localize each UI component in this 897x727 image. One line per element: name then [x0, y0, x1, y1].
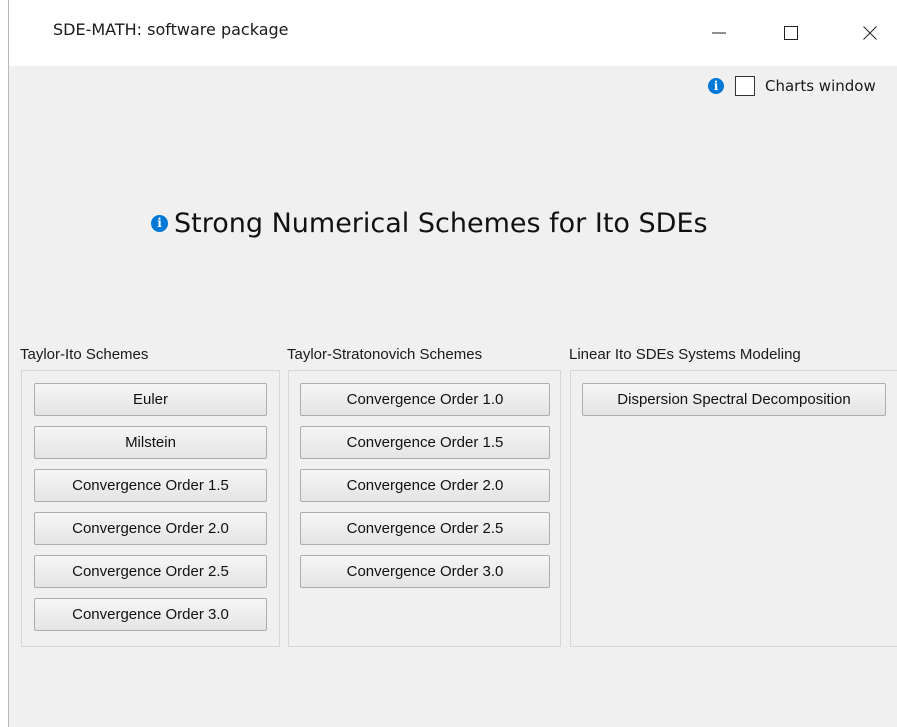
ito-order-2-0-button[interactable]: Convergence Order 2.0: [34, 512, 267, 545]
strat-order-2-5-button[interactable]: Convergence Order 2.5: [300, 512, 550, 545]
strat-order-1-0-button[interactable]: Convergence Order 1.0: [300, 383, 550, 416]
charts-window-toggle: i Charts window: [708, 76, 876, 96]
maximize-icon: [784, 26, 798, 40]
strat-order-2-0-button[interactable]: Convergence Order 2.0: [300, 469, 550, 502]
strat-order-3-0-button[interactable]: Convergence Order 3.0: [300, 555, 550, 588]
ito-order-1-5-button[interactable]: Convergence Order 1.5: [34, 469, 267, 502]
page-heading: i Strong Numerical Schemes for Ito SDEs: [151, 208, 708, 239]
page-title: Strong Numerical Schemes for Ito SDEs: [174, 208, 708, 239]
close-icon: [863, 26, 877, 40]
heading-info-icon[interactable]: i: [151, 215, 168, 232]
group-label-taylor-ito: Taylor-Ito Schemes: [20, 346, 149, 363]
close-button[interactable]: [842, 0, 897, 66]
euler-button[interactable]: Euler: [34, 383, 267, 416]
strat-order-1-5-button[interactable]: Convergence Order 1.5: [300, 426, 550, 459]
milstein-button[interactable]: Milstein: [34, 426, 267, 459]
ito-order-2-5-button[interactable]: Convergence Order 2.5: [34, 555, 267, 588]
charts-window-label[interactable]: Charts window: [765, 77, 876, 95]
maximize-button[interactable]: [763, 0, 819, 66]
group-taylor-ito: Euler Milstein Convergence Order 1.5 Con…: [21, 370, 280, 647]
title-bar[interactable]: SDE-MATH: software package: [9, 0, 897, 66]
app-window: SDE-MATH: software package i Charts wind…: [8, 0, 897, 727]
charts-window-checkbox[interactable]: [735, 76, 755, 96]
dispersion-spectral-decomposition-button[interactable]: Dispersion Spectral Decomposition: [582, 383, 886, 416]
group-linear-ito: Dispersion Spectral Decomposition: [570, 370, 897, 647]
group-taylor-stratonovich: Convergence Order 1.0 Convergence Order …: [288, 370, 561, 647]
info-icon[interactable]: i: [708, 78, 724, 94]
ito-order-3-0-button[interactable]: Convergence Order 3.0: [34, 598, 267, 631]
group-label-linear-ito: Linear Ito SDEs Systems Modeling: [569, 346, 801, 363]
main-panel: i Charts window i Strong Numerical Schem…: [9, 66, 897, 727]
minimize-button[interactable]: [691, 0, 747, 66]
group-label-taylor-stratonovich: Taylor-Stratonovich Schemes: [287, 346, 483, 363]
minimize-icon: [712, 32, 726, 34]
window-title: SDE-MATH: software package: [53, 20, 289, 39]
